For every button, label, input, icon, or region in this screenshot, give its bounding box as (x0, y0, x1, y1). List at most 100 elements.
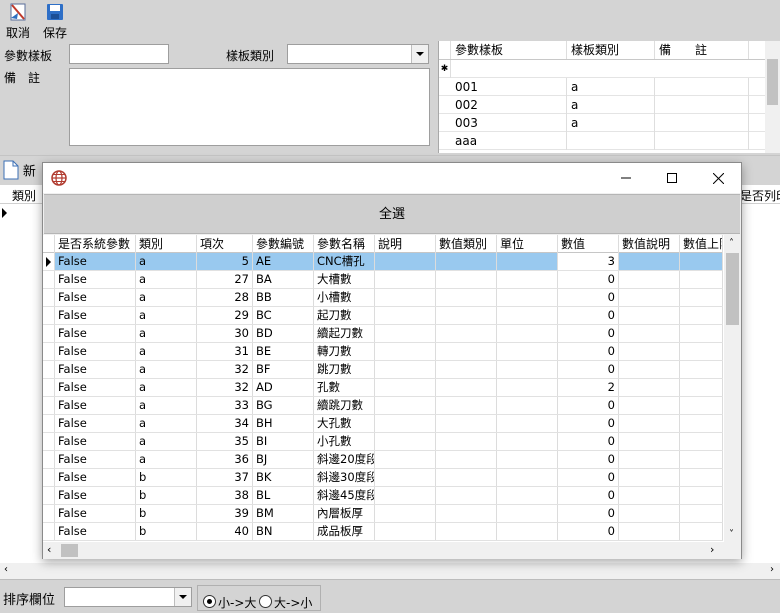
scroll-right-icon[interactable]: › (770, 564, 774, 575)
cell-name: 內層板厚 (314, 505, 375, 522)
table-row[interactable]: False a 5 AE CNC槽孔 3 (43, 253, 723, 271)
hscrollbar-thumb[interactable] (61, 544, 78, 557)
table-row[interactable]: False a 30 BD 續起刀數 0 (43, 325, 723, 343)
col-header-print[interactable]: 是否列印 (740, 187, 780, 204)
sort-asc-radio[interactable] (203, 595, 216, 608)
table-row[interactable]: False a 35 BI 小孔數 0 (43, 433, 723, 451)
new-record-button[interactable]: 新 (3, 160, 36, 180)
table-row[interactable]: False a 31 BE 轉刀數 0 (43, 343, 723, 361)
table-row[interactable]: False a 34 BH 大孔數 0 (43, 415, 723, 433)
sort-desc-label[interactable]: 大->小 (274, 594, 312, 611)
row-header[interactable] (43, 343, 55, 360)
col-header-item-no[interactable]: 項次 (197, 235, 253, 253)
template-grid[interactable]: 參數樣板 樣板類別 備 註 ✱ 001 a 002 a 003 a aaa (438, 41, 780, 153)
row-header[interactable] (43, 271, 55, 288)
save-button[interactable]: 保存 (37, 2, 73, 40)
col-header-category[interactable]: 樣板類別 (567, 41, 655, 59)
maximize-button[interactable] (649, 163, 695, 193)
scroll-right-icon[interactable]: › (710, 543, 714, 556)
row-header[interactable] (43, 505, 55, 522)
cell-vdesc (619, 307, 680, 324)
row-header[interactable] (43, 361, 55, 378)
close-button[interactable] (695, 163, 741, 193)
sort-desc-radio[interactable] (259, 595, 272, 608)
cell-code: BJ (253, 451, 314, 468)
col-header-value-desc[interactable]: 數值說明 (619, 235, 680, 253)
row-header[interactable] (43, 307, 55, 324)
row-header[interactable] (43, 253, 55, 270)
row-header[interactable] (43, 523, 55, 540)
template-input[interactable] (69, 44, 169, 64)
vertical-scrollbar[interactable]: ˄ ˅ (724, 235, 741, 542)
cell-no: 27 (197, 271, 253, 288)
table-row[interactable]: False a 28 BB 小槽數 0 (43, 289, 723, 307)
parameter-grid[interactable]: 是否系統參數 類別 項次 參數編號 參數名稱 說明 數值類別 單位 數值 數值說… (43, 235, 741, 559)
cell-vmax (680, 343, 723, 360)
scroll-down-icon[interactable]: ˅ (729, 529, 734, 540)
new-row[interactable]: ✱ (439, 60, 766, 78)
row-header[interactable] (43, 451, 55, 468)
row-header[interactable] (43, 379, 55, 396)
col-header-template[interactable]: 參數樣板 (451, 41, 567, 59)
sort-asc-label[interactable]: 小->大 (218, 594, 256, 611)
col-header-description[interactable]: 說明 (375, 235, 436, 253)
cell-code: BA (253, 271, 314, 288)
row-header[interactable] (43, 397, 55, 414)
cancel-button[interactable]: 取消 (0, 2, 36, 40)
col-header-category[interactable]: 類別 (136, 235, 197, 253)
table-row[interactable]: False b 38 BL 斜邊45度段 0 (43, 487, 723, 505)
row-header[interactable] (43, 433, 55, 450)
col-header-system[interactable]: 是否系統參數 (55, 235, 136, 253)
horizontal-scrollbar[interactable]: ‹ › (43, 542, 741, 559)
cell-sys: False (55, 523, 136, 540)
category-select[interactable] (287, 44, 429, 64)
table-row[interactable]: False a 29 BC 起刀數 0 (43, 307, 723, 325)
dialog-titlebar[interactable] (43, 163, 741, 193)
chevron-down-icon[interactable] (174, 588, 191, 606)
vertical-scrollbar[interactable] (765, 41, 780, 153)
table-row[interactable]: False a 32 AD 孔數 2 (43, 379, 723, 397)
cell-sys: False (55, 415, 136, 432)
scrollbar-thumb[interactable] (767, 59, 778, 105)
row-header[interactable] (43, 289, 55, 306)
detail-hscrollbar[interactable]: ‹ › (0, 563, 780, 579)
cell-unit (497, 469, 558, 486)
table-row[interactable]: False a 32 BF 跳刀數 0 (43, 361, 723, 379)
col-header-notes[interactable]: 備 註 (655, 41, 749, 59)
col-header-param-name[interactable]: 參數名稱 (314, 235, 375, 253)
table-row[interactable]: False a 33 BG 續跳刀數 0 (43, 397, 723, 415)
new-row-icon: ✱ (439, 60, 451, 78)
col-header-param-code[interactable]: 參數編號 (253, 235, 314, 253)
scroll-up-icon[interactable]: ˄ (729, 238, 734, 249)
cell-vtype (436, 397, 497, 414)
row-header[interactable] (43, 325, 55, 342)
table-row[interactable]: False b 40 BN 成品板厚 0 (43, 523, 723, 541)
table-row[interactable]: False b 39 BM 內層板厚 0 (43, 505, 723, 523)
table-row[interactable]: False b 37 BK 斜邊30度段 0 (43, 469, 723, 487)
scroll-left-icon[interactable]: ‹ (47, 543, 51, 556)
table-row[interactable]: 002 a (439, 96, 766, 114)
table-row[interactable]: aaa (439, 132, 766, 150)
col-header-value-type[interactable]: 數值類別 (436, 235, 497, 253)
col-header-category[interactable]: 類別 (12, 187, 36, 204)
chevron-down-icon[interactable] (411, 45, 428, 63)
select-all-button[interactable]: 全選 (44, 194, 740, 234)
col-header-value-max[interactable]: 數值上限 (680, 235, 723, 253)
table-row[interactable]: 003 a (439, 114, 766, 132)
scrollbar-thumb[interactable] (726, 253, 739, 325)
table-row[interactable]: 001 a (439, 78, 766, 96)
col-header-unit[interactable]: 單位 (497, 235, 558, 253)
table-row[interactable]: False a 36 BJ 斜邊20度段 0 (43, 451, 723, 469)
sort-field-select[interactable] (64, 587, 192, 607)
select-parameters-dialog[interactable]: 全選 是否系統參數 類別 項次 參數編號 參數名稱 說明 數值類別 單位 數值 … (42, 162, 742, 559)
row-header[interactable] (43, 469, 55, 486)
row-header[interactable] (43, 415, 55, 432)
cell-val: 0 (558, 469, 619, 486)
minimize-button[interactable] (603, 163, 649, 193)
notes-textarea[interactable] (69, 68, 430, 146)
scroll-left-icon[interactable]: ‹ (4, 564, 8, 575)
col-header-value[interactable]: 數值 (558, 235, 619, 253)
cell-vdesc (619, 379, 680, 396)
row-header[interactable] (43, 487, 55, 504)
table-row[interactable]: False a 27 BA 大槽數 0 (43, 271, 723, 289)
